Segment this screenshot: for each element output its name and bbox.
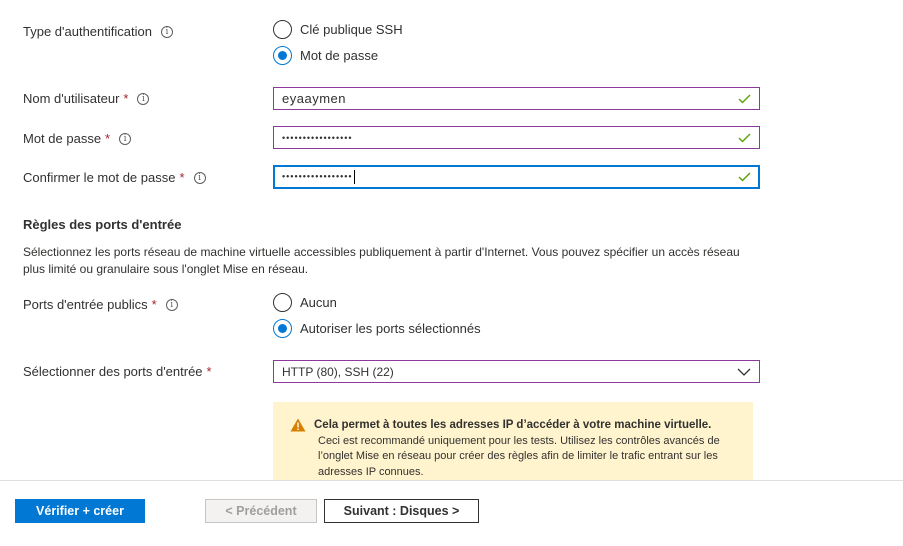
inbound-ports-dropdown[interactable]: HTTP (80), SSH (22): [273, 360, 760, 383]
password-input[interactable]: •••••••••••••••••: [273, 126, 760, 149]
info-icon[interactable]: i: [193, 171, 206, 184]
radio-ports-none[interactable]: Aucun: [273, 292, 337, 312]
radio-unchecked-icon[interactable]: [273, 19, 292, 39]
info-icon[interactable]: i: [165, 298, 178, 311]
warning-body: Ceci est recommandé uniquement pour les …: [318, 434, 720, 478]
chevron-down-icon[interactable]: [737, 365, 751, 379]
required-marker: *: [179, 170, 185, 185]
radio-unchecked-icon[interactable]: [273, 292, 292, 312]
warning-text: Cela permet à toutes les adresses IP d’a…: [314, 418, 739, 480]
warning-title: Cela permet à toutes les adresses IP d’a…: [314, 419, 712, 431]
password-masked-value: •••••••••••••••••: [282, 132, 353, 143]
confirm-password-label-text: Confirmer le mot de passe: [23, 170, 176, 185]
radio-password[interactable]: Mot de passe: [273, 45, 378, 65]
radio-checked-icon[interactable]: [273, 318, 292, 338]
required-marker: *: [151, 297, 157, 312]
confirm-password-dots: •••••••••••••••••: [282, 171, 353, 182]
select-ports-label: Sélectionner des ports d'entrée *: [23, 364, 212, 379]
radio-allow-selected-label: Autoriser les ports sélectionnés: [300, 320, 481, 336]
valid-check-icon: [737, 131, 751, 145]
confirm-password-input[interactable]: •••••••••••••••••: [273, 165, 760, 189]
username-input[interactable]: eyaaymen: [273, 87, 760, 110]
username-label-text: Nom d'utilisateur: [23, 91, 120, 106]
info-icon[interactable]: i: [119, 132, 132, 145]
previous-button[interactable]: < Précédent: [205, 499, 317, 523]
password-label: Mot de passe * i: [23, 131, 132, 146]
radio-ports-allow-selected[interactable]: Autoriser les ports sélectionnés: [273, 318, 481, 338]
info-icon[interactable]: i: [137, 92, 150, 105]
radio-ssh-label: Clé publique SSH: [300, 21, 403, 37]
required-marker: *: [105, 131, 111, 146]
public-ports-label: Ports d'entrée publics * i: [23, 297, 178, 312]
warning-message-bar: Cela permet à toutes les adresses IP d’a…: [273, 402, 753, 480]
public-ports-label-text: Ports d'entrée publics: [23, 297, 148, 312]
inbound-ports-selected-value: HTTP (80), SSH (22): [282, 364, 394, 379]
footer-divider: [0, 480, 903, 481]
username-label: Nom d'utilisateur * i: [23, 91, 150, 106]
auth-type-label: Type d'authentification i: [23, 24, 173, 39]
confirm-password-label: Confirmer le mot de passe * i: [23, 170, 206, 185]
radio-ssh-public-key[interactable]: Clé publique SSH: [273, 19, 403, 39]
inbound-rules-heading: Règles des ports d'entrée: [23, 217, 182, 232]
text-caret: [353, 170, 355, 184]
review-create-button[interactable]: Vérifier + créer: [15, 499, 145, 523]
radio-checked-icon[interactable]: [273, 45, 292, 65]
username-value: eyaaymen: [282, 91, 346, 106]
auth-type-label-text: Type d'authentification: [23, 24, 152, 39]
password-label-text: Mot de passe: [23, 131, 102, 146]
warning-icon: [290, 418, 306, 432]
select-ports-label-text: Sélectionner des ports d'entrée: [23, 364, 203, 379]
info-icon[interactable]: i: [160, 25, 173, 38]
required-marker: *: [206, 364, 212, 379]
valid-check-icon: [737, 92, 751, 106]
required-marker: *: [123, 91, 129, 106]
confirm-password-masked-value: •••••••••••••••••: [282, 170, 737, 184]
next-disks-button[interactable]: Suivant : Disques >: [324, 499, 479, 523]
radio-password-label: Mot de passe: [300, 47, 379, 63]
radio-none-label: Aucun: [300, 294, 337, 310]
valid-check-icon: [737, 170, 751, 184]
inbound-rules-description: Sélectionnez les ports réseau de machine…: [23, 245, 740, 276]
